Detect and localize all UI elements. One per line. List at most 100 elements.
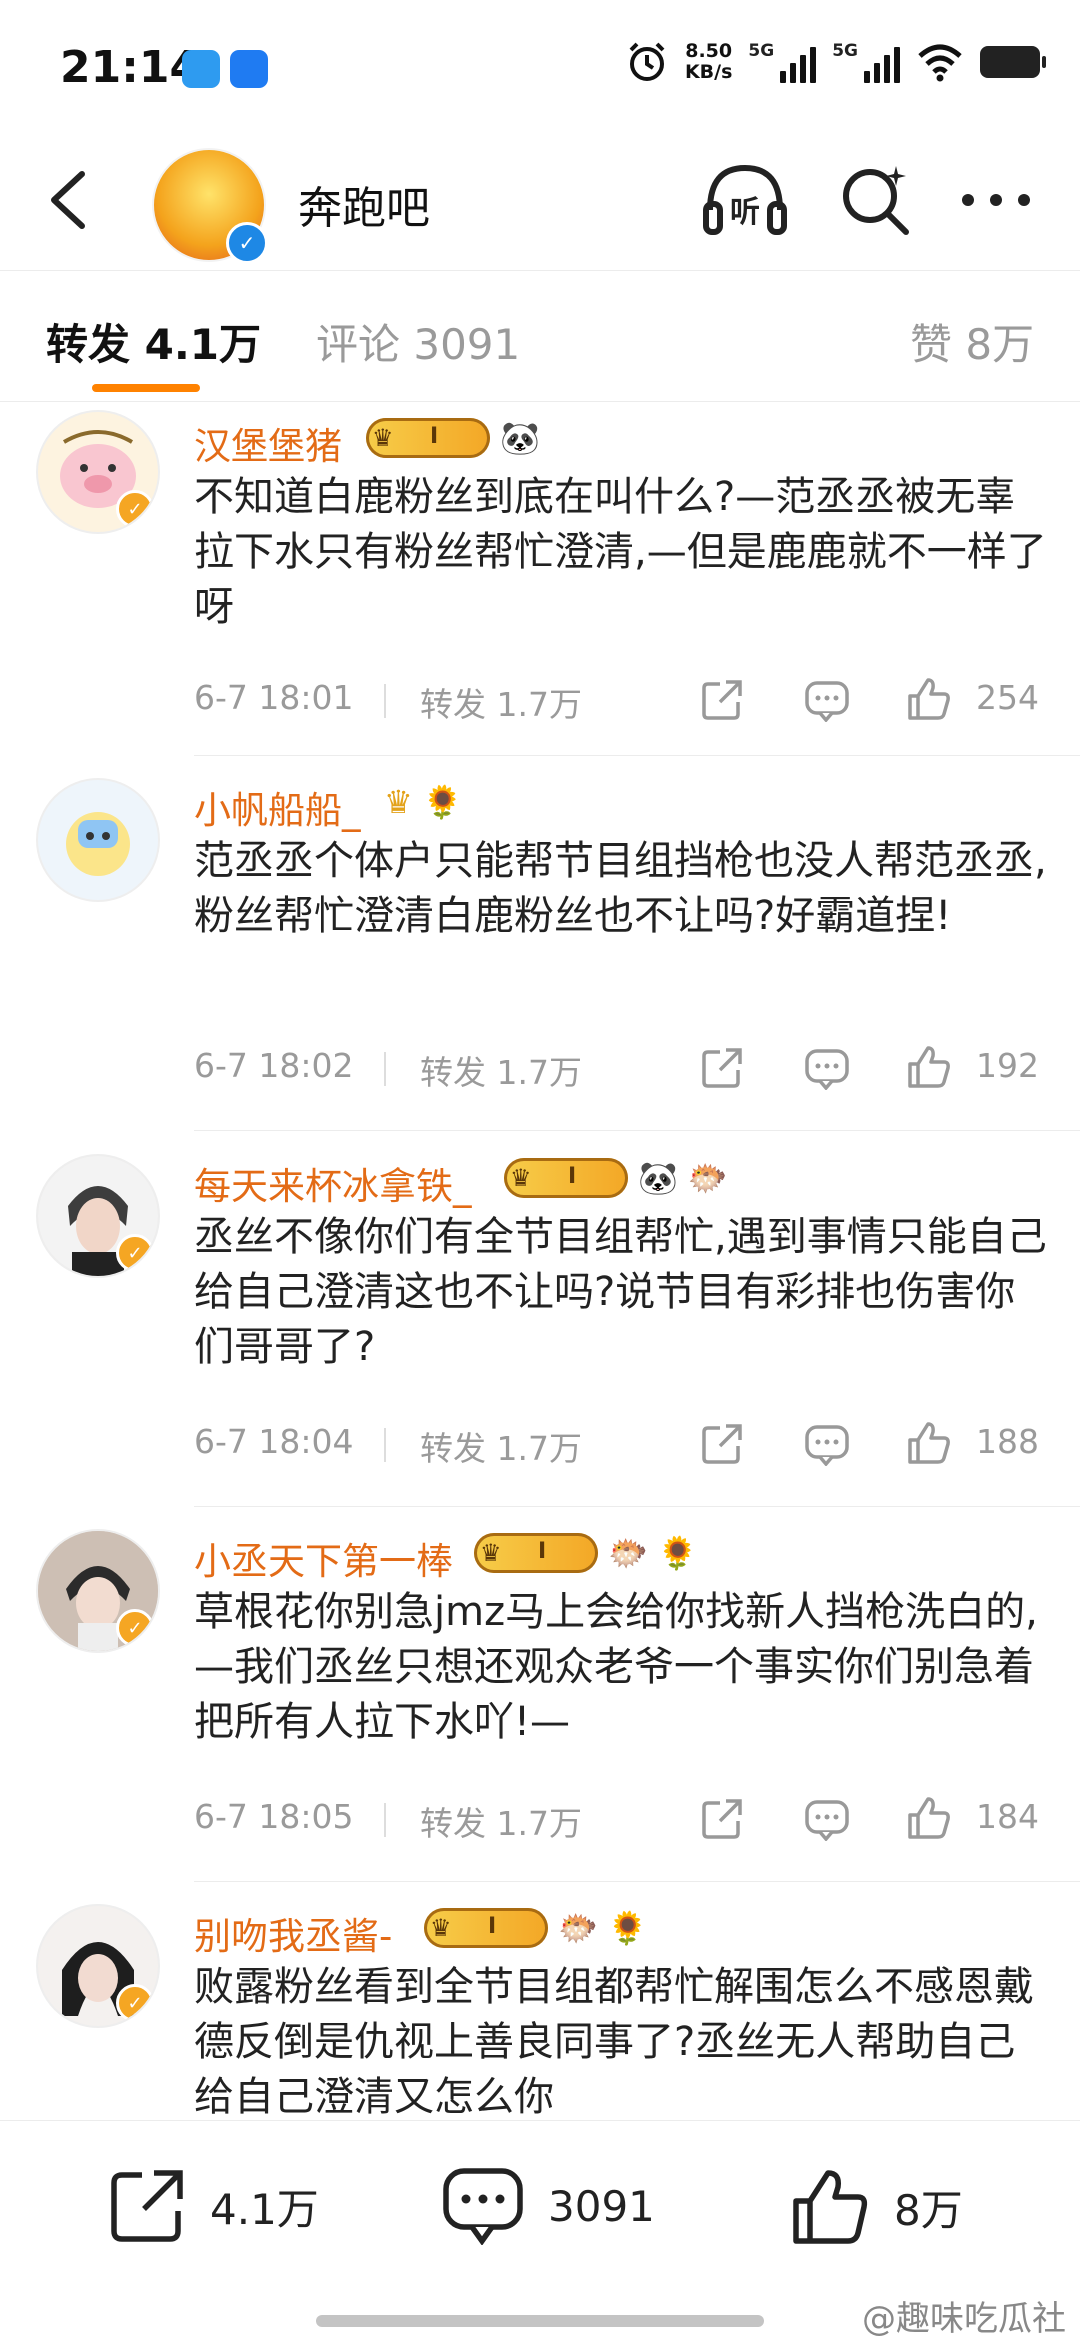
status-indicators: 8.50 KB/s 5G 5G [625, 40, 1046, 84]
comment-icon[interactable] [804, 680, 850, 722]
divider [384, 1428, 386, 1462]
username[interactable]: 别吻我丞酱- [194, 1906, 392, 1960]
share-icon[interactable] [700, 1046, 744, 1090]
repost-list[interactable]: ✓ 汉堡堡猪 ♛ I 🐼 不知道白鹿粉丝到底在叫什么?—范丞丞被无辜拉下水只有粉丝… [0, 402, 1080, 2120]
avatar[interactable]: ✓ [36, 1529, 160, 1653]
net-speed: 8.50 KB/s [684, 40, 733, 83]
thumbs-up-icon[interactable] [906, 1420, 952, 1466]
battery-icon [980, 46, 1046, 78]
sunflower-badge-icon: 🌻 [657, 1534, 698, 1572]
avatar[interactable]: ✓ [36, 410, 160, 534]
sunflower-badge-icon: 🌻 [422, 783, 463, 821]
more-options-icon[interactable] [956, 185, 1036, 215]
pufferfish-badge-icon: 🐡 [608, 1534, 648, 1572]
alarm-icon [629, 42, 665, 81]
repost-total: 4.1万 [210, 2184, 319, 2234]
share-icon[interactable] [700, 1422, 744, 1466]
comment-icon[interactable] [804, 1799, 850, 1841]
sunflower-badge-icon: 🌻 [607, 1909, 648, 1947]
thumbs-up-icon[interactable] [906, 676, 952, 722]
account-avatar[interactable]: ✓ [152, 148, 268, 264]
username[interactable]: 每天来杯冰拿铁_ [194, 1156, 472, 1210]
verified-icon: ✓ [116, 1234, 154, 1272]
status-app-icons [182, 50, 268, 88]
divider [384, 684, 386, 718]
weather-app-icon [182, 50, 220, 88]
show-logo [164, 180, 253, 193]
listen-label: 听 [730, 195, 760, 230]
watermark: @趣味吃瓜社 [862, 2299, 1066, 2339]
vip-badge: ♛ I [504, 1158, 628, 1198]
headphones-listen-icon[interactable]: 听 [700, 160, 790, 240]
tab-comments[interactable]: 评论 3091 [316, 311, 520, 372]
user-badges: ♛ I 🐡 🌻 [474, 1533, 698, 1573]
comment-text: 败露粉丝看到全节目组都帮忙解围怎么不感恩戴德反倒是仇视上善良同事了?丞丝无人帮助… [194, 1964, 1034, 2120]
panda-badge-icon: 🐼 [500, 419, 540, 457]
home-indicator[interactable] [316, 2315, 764, 2327]
status-bar: 21:14 8.50 KB/s 5G 5G [0, 0, 1080, 130]
like-button[interactable]: 8万 [790, 2167, 963, 2247]
comment-meta: 6-7 18:04 转发 1.7万 188 [194, 1422, 1054, 1472]
timestamp: 6-7 18:05 [194, 1797, 354, 1836]
user-badges: ♛ I 🐼 [366, 418, 540, 458]
timestamp: 6-7 18:02 [194, 1046, 354, 1085]
repost-count[interactable]: 转发 1.7万 [420, 1046, 582, 1094]
comment-total: 3091 [548, 2181, 655, 2231]
like-count: 192 [976, 1046, 1039, 1085]
comment-meta: 6-7 18:05 转发 1.7万 184 [194, 1797, 1054, 1847]
header: ✓ 奔跑吧 听 [0, 130, 1080, 271]
tab-likes[interactable]: 赞 8万 [910, 311, 1034, 372]
timestamp: 6-7 18:01 [194, 678, 354, 717]
divider [194, 1506, 1080, 1507]
thumbs-up-icon[interactable] [906, 1044, 952, 1090]
comment-text: 范丞丞个体户只能帮节目组挡枪也没人帮范丞丞,粉丝帮忙澄清白鹿粉丝也不让吗?好霸道… [194, 838, 1047, 939]
tab-repost[interactable]: 转发 4.1万 [46, 311, 261, 372]
page-title[interactable]: 奔跑吧 [298, 172, 430, 236]
comment-meta: 6-7 18:01 转发 1.7万 254 [194, 678, 1054, 728]
comment-icon [443, 2168, 523, 2245]
back-arrow-icon[interactable] [42, 168, 98, 232]
crown-badge-icon: ♛ [384, 783, 413, 821]
avatar[interactable]: ✓ [36, 1904, 160, 2028]
comment-text: 丞丝不像你们有全节目组帮忙,遇到事情只能自己给自己澄清这也不让吗?说节目有彩排也… [194, 1214, 1047, 1370]
bottom-action-bar: 4.1万 3091 8万 @趣味吃瓜社 [0, 2120, 1080, 2345]
thumbs-up-icon[interactable] [906, 1795, 952, 1841]
avatar[interactable] [36, 778, 160, 902]
verified-icon: ✓ [226, 222, 268, 264]
repost-count[interactable]: 转发 1.7万 [420, 1422, 582, 1470]
user-badges: ♛ I 🐡 🌻 [424, 1908, 648, 1948]
divider [194, 1881, 1080, 1882]
like-count: 188 [976, 1422, 1039, 1461]
divider [384, 1803, 386, 1837]
share-icon [111, 2170, 183, 2242]
comment-meta: 6-7 18:02 转发 1.7万 192 [194, 1046, 1054, 1096]
username[interactable]: 汉堡堡猪 [194, 416, 342, 470]
tab-underline [92, 384, 200, 392]
verified-icon: ✓ [116, 490, 154, 528]
comment-text: 草根花你别急jmz马上会给你找新人挡枪洗白的,—我们丞丝只想还观众老爷一个事实你… [194, 1589, 1038, 1745]
share-icon[interactable] [700, 678, 744, 722]
comment-text: 不知道白鹿粉丝到底在叫什么?—范丞丞被无辜拉下水只有粉丝帮忙澄清,—但是鹿鹿就不… [194, 474, 1047, 630]
cartoon-avatar-art [66, 812, 130, 876]
share-icon[interactable] [700, 1797, 744, 1841]
vip-badge: ♛ I [366, 418, 490, 458]
repost-count[interactable]: 转发 1.7万 [420, 1797, 582, 1845]
panda-badge-icon: 🐼 [638, 1159, 678, 1197]
comment-icon[interactable] [804, 1424, 850, 1466]
user-badges: ♛ 🌻 [384, 782, 463, 822]
signal-icon: 5G [832, 41, 900, 83]
search-icon[interactable] [838, 160, 914, 240]
repost-button[interactable]: 4.1万 [108, 2167, 319, 2245]
verified-icon: ✓ [116, 1609, 154, 1647]
vip-badge: ♛ I [424, 1908, 548, 1948]
comment-button[interactable]: 3091 [442, 2167, 655, 2245]
avatar[interactable]: ✓ [36, 1154, 160, 1278]
status-time: 21:14 [60, 42, 201, 93]
signal-icon: 5G [748, 41, 817, 83]
username[interactable]: 小丞天下第一棒 [194, 1531, 453, 1585]
like-count: 184 [976, 1797, 1039, 1836]
divider [384, 1052, 386, 1086]
username[interactable]: 小帆船船_ [194, 780, 361, 834]
repost-count[interactable]: 转发 1.7万 [420, 678, 582, 726]
comment-icon[interactable] [804, 1048, 850, 1090]
